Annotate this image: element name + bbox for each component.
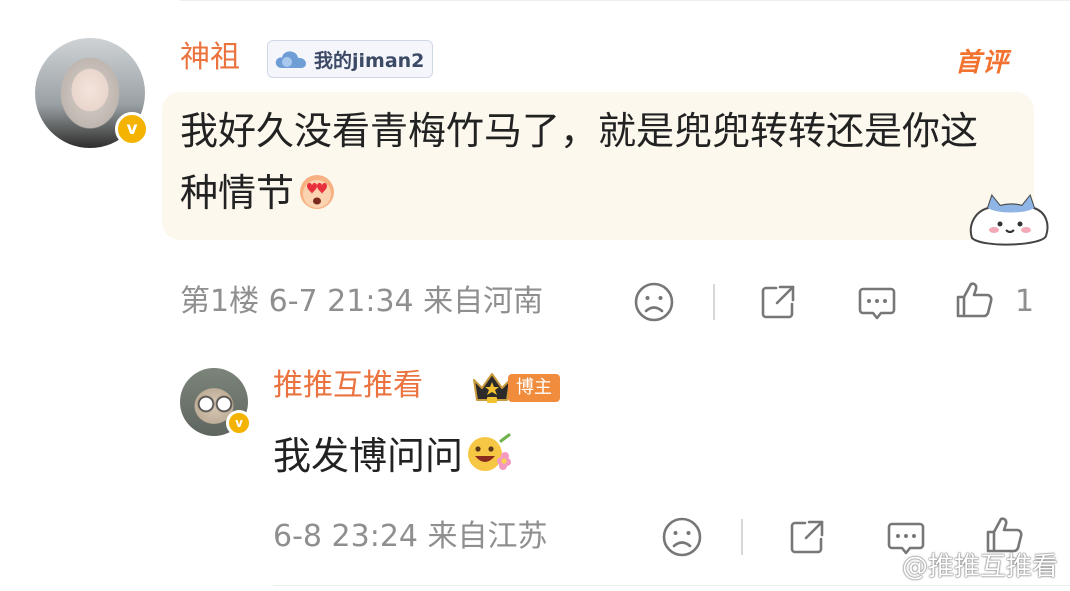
dislike-icon[interactable] (660, 515, 704, 559)
comment-text: 我发博问问 (273, 425, 512, 487)
divider (273, 585, 1070, 586)
divider (713, 284, 715, 320)
dislike-icon[interactable] (632, 280, 676, 324)
weibo-logo-icon (860, 552, 895, 579)
mascot-sticker (969, 193, 1049, 246)
watermark-text: @推推互推看 (901, 552, 1058, 582)
fan-badge[interactable]: 我的jiman2 (267, 40, 434, 78)
username[interactable]: 神祖 (180, 38, 240, 78)
comment-meta: 6-8 23:24 来自江苏 (273, 519, 548, 554)
avatar[interactable]: v (180, 368, 252, 436)
like-count: 1 (1015, 284, 1035, 319)
divider (741, 519, 743, 555)
fan-badge-label: 我的jiman2 (314, 49, 425, 72)
watermark: @推推互推看 (860, 546, 1058, 583)
like-icon[interactable] (952, 278, 996, 322)
top-comment-badge: 首评 (955, 48, 1010, 78)
divider (180, 0, 1070, 1)
cloud-icon (275, 51, 306, 68)
comment-meta: 第1楼 6-7 21:34 来自河南 (180, 284, 544, 319)
share-icon[interactable] (756, 280, 800, 324)
blogger-badge: 博主 (470, 370, 560, 406)
heart-eyes-emoji-icon (300, 175, 335, 209)
share-icon[interactable] (785, 515, 829, 559)
comment-icon[interactable] (855, 280, 899, 324)
blogger-tag: 博主 (508, 374, 560, 402)
comment-text: 我好久没看青梅竹马了，就是兜兜转转还是你这种情节 (180, 100, 1010, 224)
comment-thread: v 神祖 我的jiman2 首评 我好久没看青梅竹马了，就是兜兜转转还是你这种情… (0, 0, 1070, 591)
verified-icon: v (226, 410, 252, 436)
username[interactable]: 推推互推看 (273, 366, 423, 406)
flower-smile-emoji-icon (468, 433, 512, 471)
verified-icon: v (115, 112, 149, 146)
avatar[interactable]: v (35, 38, 149, 148)
comment-body: 我发博问问 (273, 434, 464, 478)
